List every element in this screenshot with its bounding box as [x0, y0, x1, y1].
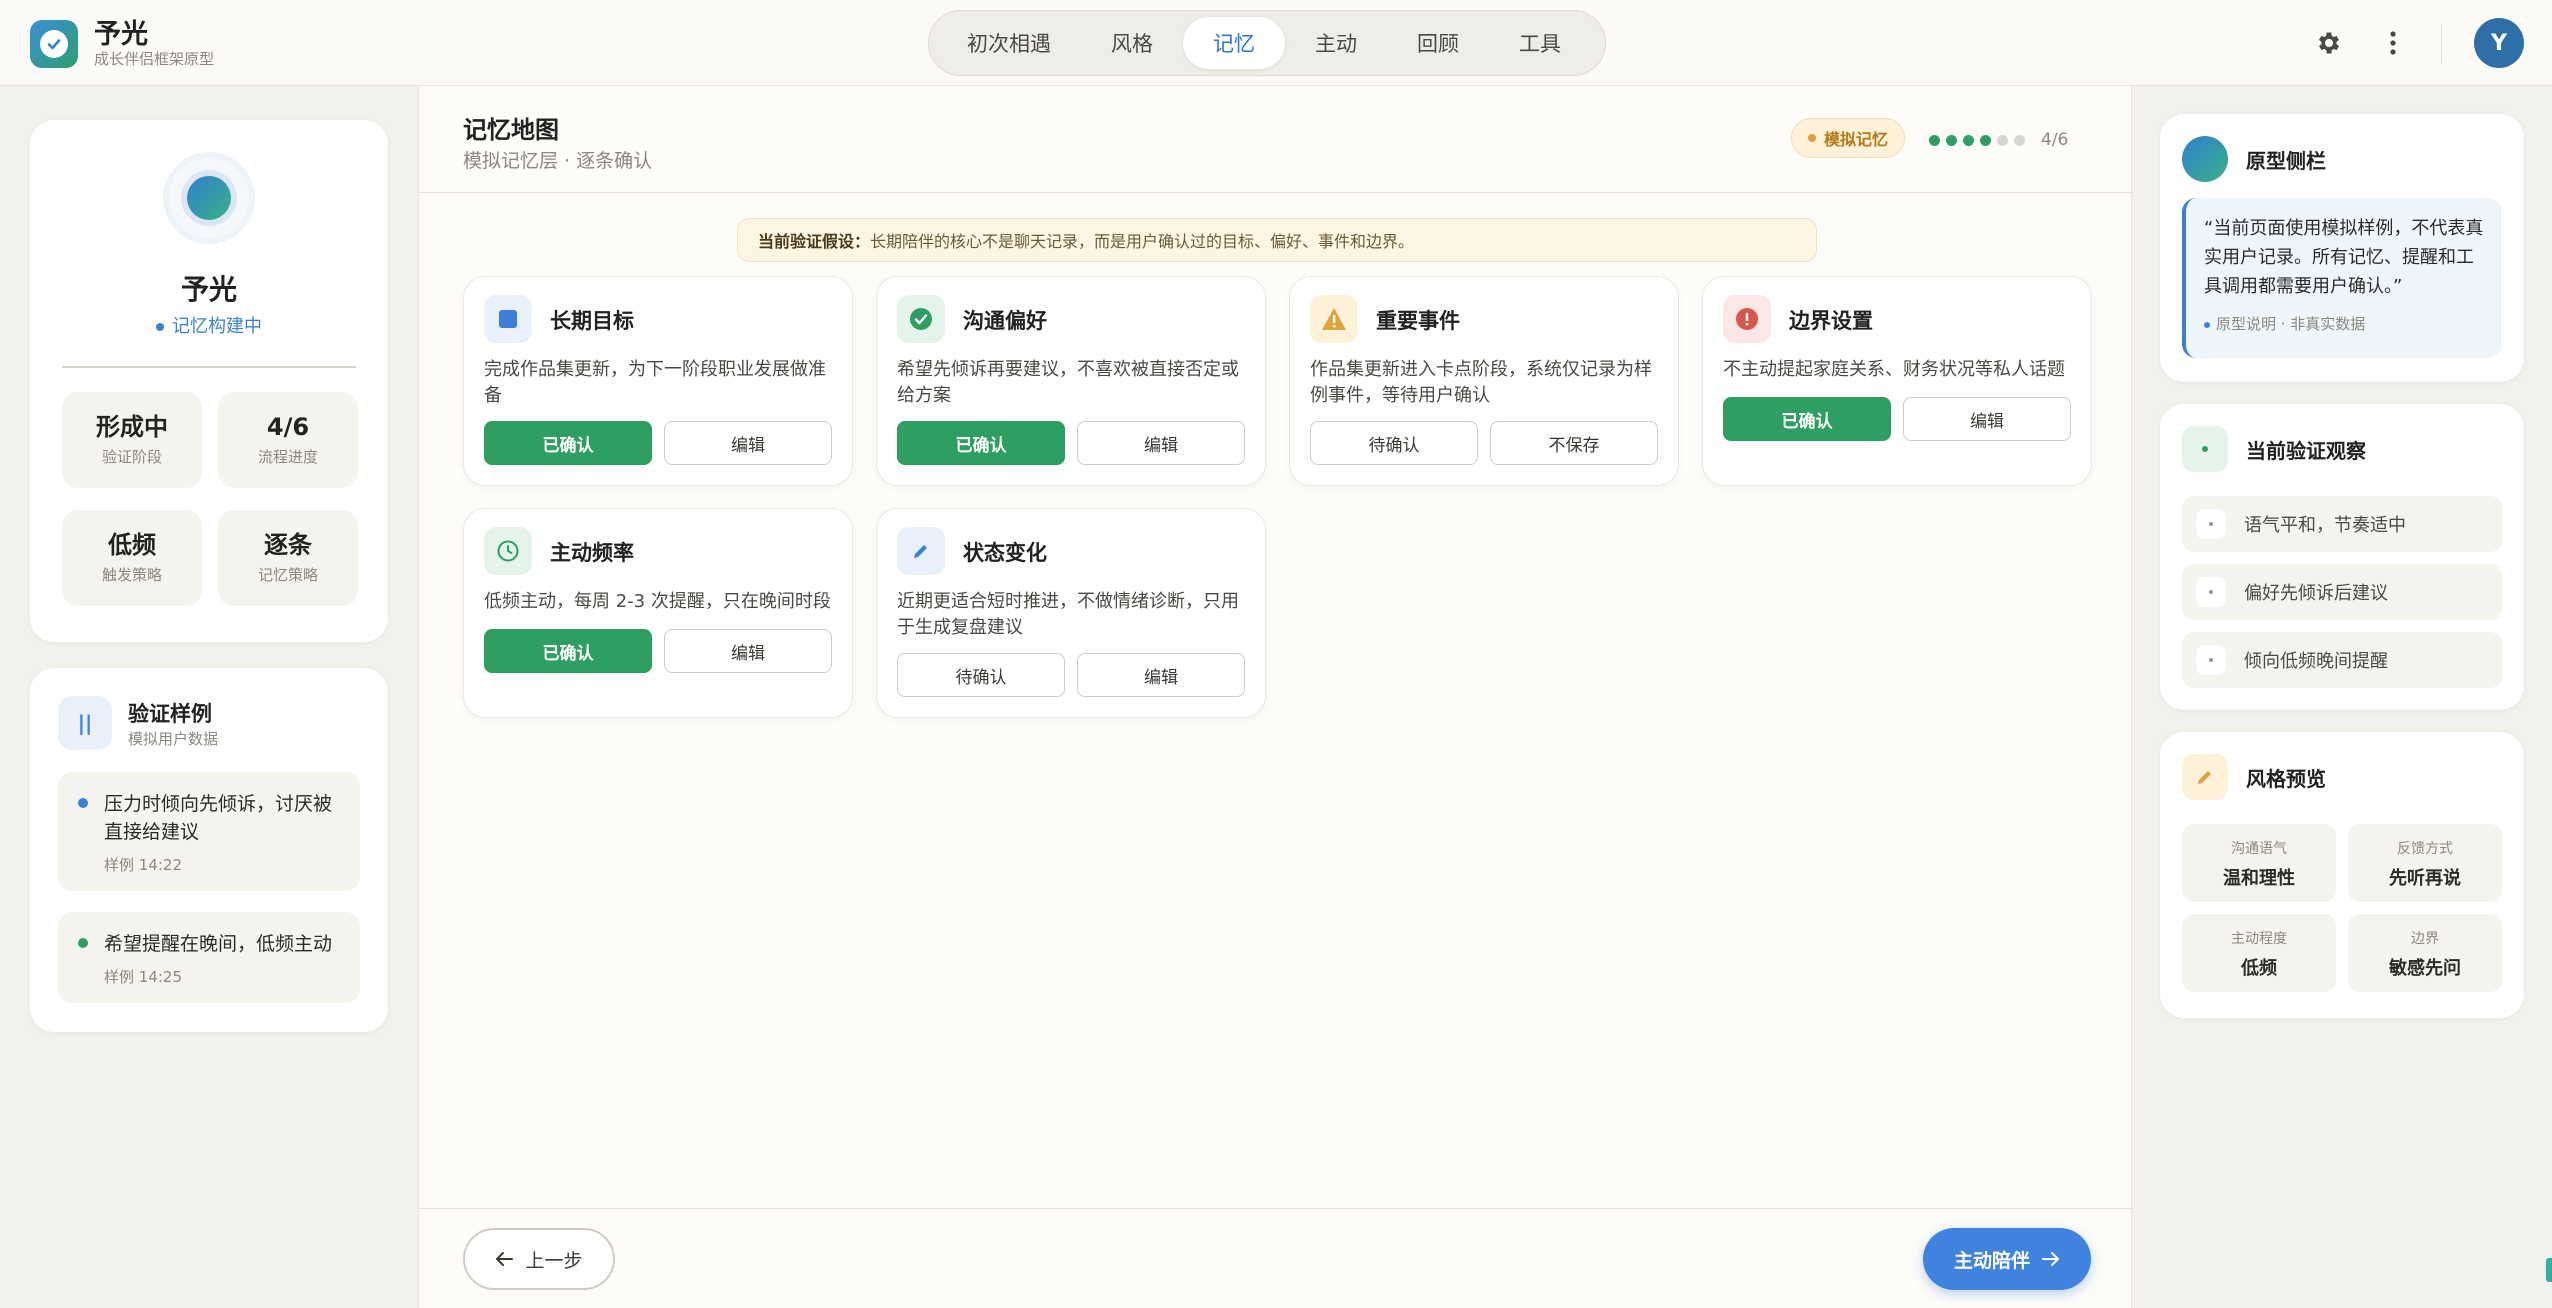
tab-style[interactable]: 风格 [1081, 17, 1183, 69]
divider [2441, 23, 2442, 63]
style-preview-title: 风格预览 [2246, 766, 2326, 791]
list-item: 偏好先倾诉后建议 [2182, 564, 2502, 620]
divider [419, 1208, 2131, 1209]
sidebar-title: 原型侧栏 [2246, 148, 2326, 173]
avatar[interactable]: Y [2474, 18, 2524, 68]
arrow-left-icon [496, 1252, 514, 1266]
step-progress: 4/6 [1929, 130, 2068, 150]
pending-confirm-button[interactable]: 待确认 [1310, 421, 1478, 465]
confirm-button[interactable]: 已确认 [484, 629, 652, 673]
bullet-icon [2196, 577, 2226, 607]
stat-trigger: 低频 触发策略 [62, 510, 202, 606]
next-button[interactable]: 主动陪伴 [1923, 1228, 2091, 1290]
tab-first-meet[interactable]: 初次相遇 [937, 17, 1081, 69]
arrow-right-icon [2042, 1252, 2059, 1266]
style-proactivity: 主动程度 低频 [2182, 914, 2336, 992]
edit-button[interactable]: 编辑 [664, 421, 832, 465]
memory-map-panel: 记忆地图 模拟记忆层 · 逐条确认 模拟记忆 4/6 当前验证假设： 长期陪伴的核… [418, 86, 2132, 1308]
confirm-button[interactable]: 已确认 [1723, 397, 1891, 441]
more-vertical-icon[interactable] [2377, 27, 2409, 59]
main-nav: 初次相遇 风格 记忆 主动 回顾 工具 [928, 10, 1606, 76]
divider [419, 192, 2131, 193]
brand[interactable]: 予光 成长伴侣框架原型 [30, 20, 214, 68]
samples-title: 验证样例 [128, 702, 212, 726]
edit-button[interactable]: 编辑 [1077, 421, 1245, 465]
list-item[interactable]: 压力时倾向先倾诉，讨厌被直接给建议 样例 14:22 [58, 772, 360, 891]
alert-circle-icon [1723, 295, 1771, 343]
memory-card-important-event: 重要事件 作品集更新进入卡点阶段，系统仅记录为样例事件，等待用户确认 待确认 不… [1289, 276, 1679, 486]
check-badge-icon [30, 20, 78, 68]
style-feedback: 反馈方式 先听再说 [2348, 824, 2502, 902]
style-preview-card: 风格预览 沟通语气 温和理性 反馈方式 先听再说 主动程度 低频 边界 敏感先问 [2160, 732, 2524, 1018]
scroll-indicator[interactable] [2546, 1258, 2552, 1282]
pause-bars-icon: || [58, 696, 112, 750]
memory-card-boundary: 边界设置 不主动提起家庭关系、财务状况等私人话题 已确认 编辑 [1702, 276, 2092, 486]
pencil-icon [897, 527, 945, 575]
samples-subtitle: 模拟用户数据 [128, 730, 219, 748]
page-title: 记忆地图 [463, 116, 559, 144]
top-actions: Y [2313, 18, 2524, 68]
companion-orb-icon [163, 152, 255, 244]
prototype-note: “当前页面使用模拟样例，不代表真实用户记录。所有记忆、提醒和工具调用都需要用户确… [2182, 198, 2502, 358]
gear-icon[interactable] [2313, 27, 2345, 59]
memory-card-long-term-goal: 长期目标 完成作品集更新，为下一阶段职业发展做准备 已确认 编辑 [463, 276, 853, 486]
prototype-sidebar-card: 原型侧栏 “当前页面使用模拟样例，不代表真实用户记录。所有记忆、提醒和工具调用都… [2160, 114, 2524, 382]
list-item[interactable]: 希望提醒在晚间，低频主动 样例 14:25 [58, 912, 360, 1003]
pending-confirm-button[interactable]: 待确认 [897, 653, 1065, 697]
dot-icon [2182, 426, 2228, 472]
confirm-button[interactable]: 已确认 [897, 421, 1065, 465]
style-boundary: 边界 敏感先问 [2348, 914, 2502, 992]
bullet-icon [2196, 509, 2226, 539]
observations-card: 当前验证观察 语气平和，节奏适中 偏好先倾诉后建议 倾向低频晚间提醒 [2160, 404, 2524, 710]
tab-memory[interactable]: 记忆 [1183, 17, 1285, 69]
list-item: 倾向低频晚间提醒 [2182, 632, 2502, 688]
bullet-icon [2196, 645, 2226, 675]
brand-subtitle: 成长伴侣框架原型 [94, 50, 215, 68]
page-subtitle: 模拟记忆层 · 逐条确认 [463, 150, 653, 172]
list-item: 语气平和，节奏适中 [2182, 496, 2502, 552]
check-circle-icon [897, 295, 945, 343]
tab-tools[interactable]: 工具 [1489, 17, 1591, 69]
memory-card-state-change: 状态变化 近期更适合短时推进，不做情绪诊断，只用于生成复盘建议 待确认 编辑 [876, 508, 1266, 718]
tab-review[interactable]: 回顾 [1387, 17, 1489, 69]
edit-button[interactable]: 编辑 [1077, 653, 1245, 697]
memory-card-communication: 沟通偏好 希望先倾诉再要建议，不喜欢被直接否定或给方案 已确认 编辑 [876, 276, 1266, 486]
square-icon [484, 295, 532, 343]
companion-orb-icon [2182, 136, 2228, 182]
warning-icon [1310, 295, 1358, 343]
edit-button[interactable]: 编辑 [664, 629, 832, 673]
divider [62, 366, 356, 368]
profile-name: 予光 [180, 273, 237, 306]
back-button[interactable]: 上一步 [463, 1228, 615, 1290]
brand-name: 予光 [94, 19, 148, 50]
top-bar: 予光 成长伴侣框架原型 初次相遇 风格 记忆 主动 回顾 工具 Y [0, 0, 2552, 86]
clock-icon [484, 527, 532, 575]
style-tone: 沟通语气 温和理性 [2182, 824, 2336, 902]
observations-title: 当前验证观察 [2246, 438, 2366, 463]
stat-stage: 形成中 验证阶段 [62, 392, 202, 488]
stat-progress: 4/6 流程进度 [218, 392, 358, 488]
pencil-icon [2182, 754, 2228, 800]
profile-card: 予光 记忆构建中 形成中 验证阶段 4/6 流程进度 低频 触发策略 逐条 记忆策略 [30, 120, 388, 642]
edit-button[interactable]: 编辑 [1903, 397, 2071, 441]
tab-proactive[interactable]: 主动 [1285, 17, 1387, 69]
status-badge: 模拟记忆 [1791, 118, 1906, 158]
profile-status: 记忆构建中 [30, 312, 388, 338]
discard-button[interactable]: 不保存 [1490, 421, 1658, 465]
stat-memory: 逐条 记忆策略 [218, 510, 358, 606]
samples-card: || 验证样例 模拟用户数据 压力时倾向先倾诉，讨厌被直接给建议 样例 14:2… [30, 668, 388, 1032]
memory-card-frequency: 主动频率 低频主动，每周 2-3 次提醒，只在晚间时段 已确认 编辑 [463, 508, 853, 718]
confirm-button[interactable]: 已确认 [484, 421, 652, 465]
hypothesis-banner: 当前验证假设： 长期陪伴的核心不是聊天记录，而是用户确认过的目标、偏好、事件和边界… [737, 218, 1817, 262]
